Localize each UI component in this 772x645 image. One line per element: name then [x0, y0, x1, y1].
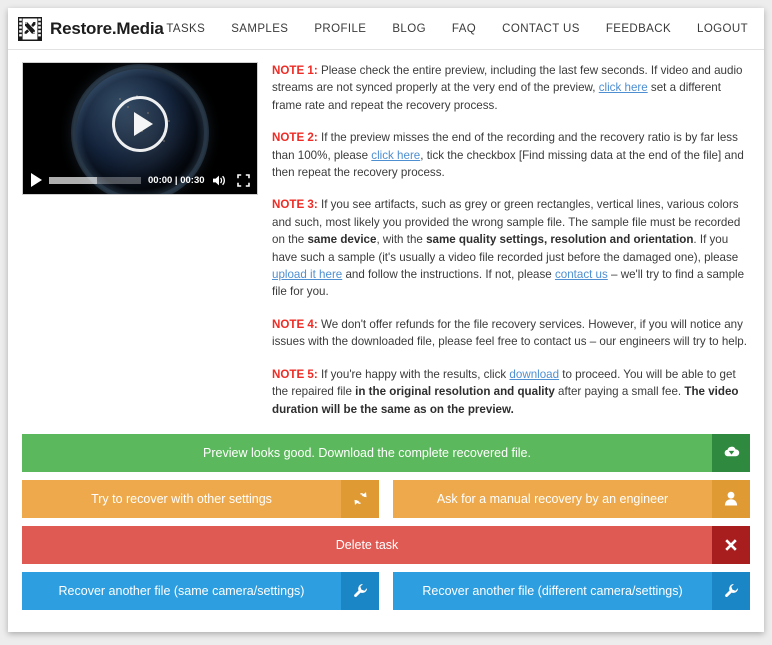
note-1-label: NOTE 1: — [272, 64, 318, 77]
video-preview-panel: 00:00 | 00:30 — [22, 62, 258, 418]
player-controls-right — [212, 173, 250, 187]
content-area: 00:00 | 00:30 NOTE 1: Please check the e… — [8, 50, 764, 418]
note-5-label: NOTE 5: — [272, 367, 318, 381]
note-4-text-1: We don't offer refunds for the file reco… — [272, 317, 747, 349]
note-3-bold-same-device: same device — [307, 233, 377, 247]
wrench-icon — [341, 571, 379, 610]
delete-task-button[interactable]: Delete task — [22, 525, 750, 564]
manual-recovery-button[interactable]: Ask for a manual recovery by an engineer — [393, 479, 750, 518]
nav-item-logout[interactable]: LOGOUT — [697, 23, 748, 35]
time-display: 00:00 | 00:30 — [148, 174, 205, 186]
note-3-link-upload-it-here[interactable]: upload it here — [272, 268, 342, 281]
button-row-delete: Delete task — [22, 525, 750, 564]
manual-recovery-button-label: Ask for a manual recovery by an engineer — [436, 491, 669, 506]
button-row-recover-another: Recover another file (same camera/settin… — [22, 571, 750, 610]
note-1: NOTE 1: Please check the entire preview,… — [272, 62, 750, 114]
retry-other-settings-button[interactable]: Try to recover with other settings — [22, 479, 379, 518]
main-navigation: TASKS SAMPLES PROFILE BLOG FAQ CONTACT U… — [164, 23, 752, 35]
nav-item-faq[interactable]: FAQ — [452, 23, 476, 35]
note-3: NOTE 3: If you see artifacts, such as gr… — [272, 196, 750, 300]
action-buttons: Preview looks good. Download the complet… — [8, 418, 764, 610]
brand-logo[interactable]: Restore.Media — [18, 16, 164, 41]
note-5-text-1: If you're happy with the results, click — [317, 367, 510, 381]
close-x-icon — [712, 525, 750, 564]
big-play-button[interactable] — [112, 95, 168, 152]
site-header: Restore.Media TASKS SAMPLES PROFILE BLOG… — [8, 8, 764, 50]
note-3-label: NOTE 3: — [272, 198, 318, 212]
fullscreen-icon[interactable] — [236, 173, 250, 187]
retry-button-label: Try to recover with other settings — [91, 491, 272, 506]
note-5-bold-original-quality: in the original resolution and quality — [355, 385, 555, 399]
note-2-label: NOTE 2: — [272, 131, 318, 145]
recover-different-camera-button[interactable]: Recover another file (different camera/s… — [393, 571, 750, 610]
nav-item-feedback[interactable]: FEEDBACK — [606, 23, 671, 35]
download-button-label: Preview looks good. Download the complet… — [203, 445, 531, 460]
volume-icon[interactable] — [212, 174, 227, 187]
delete-task-button-label: Delete task — [335, 537, 399, 552]
progress-loaded — [49, 176, 97, 184]
download-recovered-file-button[interactable]: Preview looks good. Download the complet… — [22, 433, 750, 472]
note-2: NOTE 2: If the preview misses the end of… — [272, 129, 750, 181]
nav-item-contact-us[interactable]: CONTACT US — [502, 23, 580, 35]
note-5-text-3: after paying a small fee. — [554, 385, 685, 399]
button-row-download: Preview looks good. Download the complet… — [22, 433, 750, 472]
nav-item-blog[interactable]: BLOG — [392, 23, 426, 35]
user-icon — [712, 479, 750, 518]
note-1-link-click-here[interactable]: click here — [599, 81, 648, 94]
refresh-icon — [341, 479, 379, 518]
note-2-link-click-here[interactable]: click here — [371, 149, 420, 162]
note-4-label: NOTE 4: — [272, 317, 318, 331]
note-5-link-download[interactable]: download — [509, 368, 559, 381]
recover-different-camera-button-label: Recover another file (different camera/s… — [422, 583, 683, 598]
film-strip-tools-icon — [18, 16, 42, 41]
note-3-bold-quality-settings: same quality settings, resolution and or… — [426, 233, 694, 247]
nav-item-profile[interactable]: PROFILE — [314, 23, 366, 35]
play-icon — [133, 111, 153, 136]
video-player[interactable]: 00:00 | 00:30 — [22, 62, 258, 195]
nav-item-tasks[interactable]: TASKS — [166, 23, 205, 35]
note-3-text-2: , with the — [376, 233, 427, 247]
progress-bar[interactable] — [49, 176, 141, 184]
note-4: NOTE 4: We don't offer refunds for the f… — [272, 316, 750, 351]
play-icon[interactable] — [31, 173, 42, 187]
notes-list: NOTE 1: Please check the entire preview,… — [272, 62, 750, 418]
note-3-link-contact-us[interactable]: contact us — [555, 268, 608, 281]
recover-same-camera-button[interactable]: Recover another file (same camera/settin… — [22, 571, 379, 610]
page-card: Restore.Media TASKS SAMPLES PROFILE BLOG… — [8, 8, 764, 632]
recover-same-camera-button-label: Recover another file (same camera/settin… — [58, 583, 305, 598]
player-controls: 00:00 | 00:30 — [23, 166, 257, 194]
note-5: NOTE 5: If you're happy with the results… — [272, 366, 750, 418]
wrench-icon — [712, 571, 750, 610]
cloud-download-icon — [712, 433, 750, 472]
note-3-text-4: and follow the instructions. If not, ple… — [342, 268, 555, 282]
button-row-retry-manual: Try to recover with other settings Ask f… — [22, 479, 750, 518]
brand-name: Restore.Media — [50, 18, 164, 38]
nav-item-samples[interactable]: SAMPLES — [231, 23, 288, 35]
